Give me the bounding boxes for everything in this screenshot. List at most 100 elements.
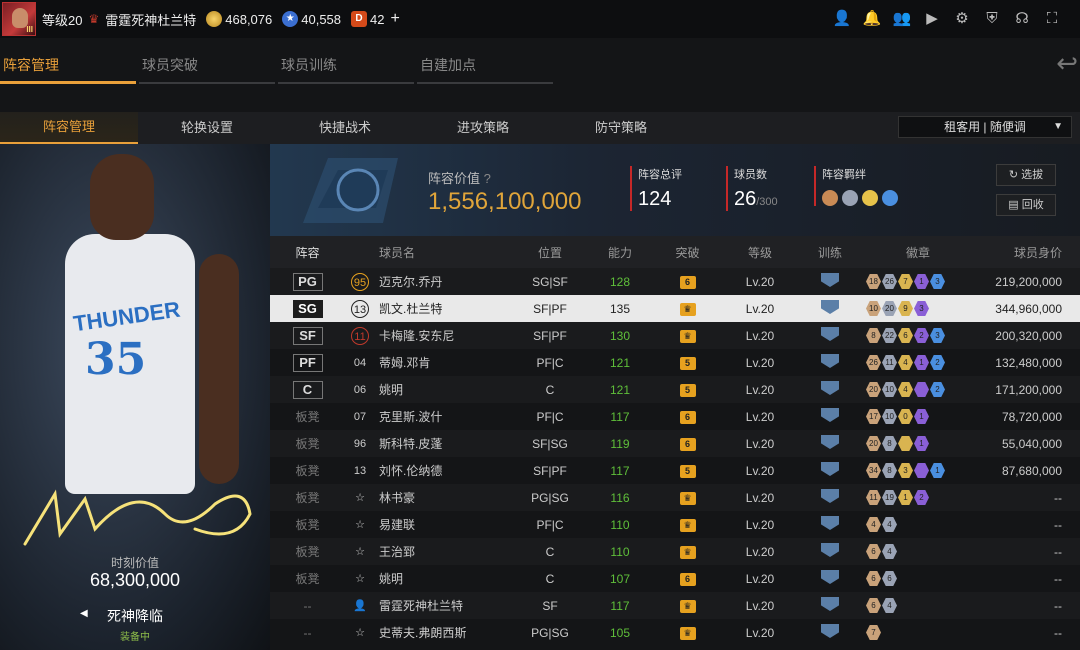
tab-lineup[interactable]: 阵容管理 — [0, 52, 136, 84]
breakthrough-icon: 5 — [679, 465, 696, 478]
table-row[interactable]: PF 04 蒂姆.邓肯 PF|C 121 5 Lv.20 26 11 4 1 2 132,480,000 — [270, 349, 1080, 376]
table-row[interactable]: PG 95 迈克尔.乔丹 SG|SF 128 6 Lv.20 18 26 7 1 3 219,200,0… — [270, 268, 1080, 295]
col-breakthrough: 突破 — [675, 245, 700, 260]
jersey-number: 13 — [351, 299, 369, 318]
training-icon[interactable] — [821, 597, 839, 611]
bench-label: 板凳 — [295, 464, 320, 478]
rating-value: 124 — [638, 188, 672, 210]
training-cell[interactable] — [800, 597, 860, 614]
table-row[interactable]: 板凳 07 克里斯.波什 PF|C 117 6 Lv.20 17 10 0 1 78,720,000 — [270, 403, 1080, 430]
training-cell[interactable] — [800, 327, 860, 344]
badge-icon: 20 — [866, 382, 881, 397]
bell-icon[interactable]: 🔔 — [862, 8, 882, 28]
training-cell[interactable] — [800, 381, 860, 398]
table-row[interactable]: 板凳 13 刘怀.伦纳德 SF|PF 117 5 Lv.20 34 8 3 1 87,680,000 — [270, 457, 1080, 484]
training-icon[interactable] — [821, 408, 839, 422]
table-row[interactable]: 板凳 ☆ 易建联 PF|C 110 ♛ Lv.20 4 4 -- — [270, 511, 1080, 538]
friends-icon[interactable]: 👥 — [892, 8, 912, 28]
jersey-number: ☆ — [355, 491, 365, 504]
badge-icon — [914, 463, 929, 478]
tab-training[interactable]: 球员训练 — [278, 52, 414, 84]
table-row[interactable]: -- 👤 雷霆死神杜兰特 SF 117 ♛ Lv.20 6 4 -- — [270, 592, 1080, 619]
training-icon[interactable] — [821, 462, 839, 476]
rent-select[interactable]: 租客用 | 随便调 ▼ — [898, 116, 1072, 138]
training-icon[interactable] — [821, 570, 839, 584]
player-position: C — [545, 544, 555, 559]
select-button[interactable]: ↻ 选拔 — [996, 164, 1056, 186]
position-badge: PF — [292, 353, 323, 372]
training-cell[interactable] — [800, 543, 860, 560]
player-position: PG|SG — [531, 490, 569, 505]
slot-cell: 板凳 — [270, 408, 345, 425]
subtab-tactics[interactable]: 快捷战术 — [276, 113, 414, 143]
coin-icon — [206, 11, 223, 27]
badge-icon: 6 — [882, 571, 897, 586]
table-row[interactable]: 板凳 ☆ 姚明 C 107 6 Lv.20 6 6 -- — [270, 565, 1080, 592]
subtab-offense[interactable]: 进攻策略 — [414, 113, 552, 143]
bond-icon[interactable] — [882, 190, 898, 206]
badge-icon: 7 — [898, 274, 913, 289]
training-icon[interactable] — [821, 381, 839, 395]
video-icon[interactable]: ▶ — [922, 8, 942, 28]
user-icon[interactable]: 👤 — [832, 8, 852, 28]
training-icon[interactable] — [821, 435, 839, 449]
badge-icon: 4 — [882, 598, 897, 613]
bench-label: 板凳 — [295, 545, 320, 559]
subtab-defense[interactable]: 防守策略 — [552, 113, 690, 143]
slot-cell: 板凳 — [270, 462, 345, 479]
gear-icon[interactable]: ⚙ — [952, 8, 972, 28]
player-level: Lv.20 — [745, 490, 775, 505]
badge-icon — [898, 436, 913, 451]
training-icon[interactable] — [821, 624, 839, 638]
table-row[interactable]: SF 11 卡梅隆.安东尼 SF|PF 130 ♛ Lv.20 8 22 6 2 3 200,320,0… — [270, 322, 1080, 349]
training-icon[interactable] — [821, 273, 839, 287]
training-cell[interactable] — [800, 624, 860, 641]
table-row[interactable]: -- ☆ 史蒂夫.弗朗西斯 PG|SG 105 ♛ Lv.20 7 -- — [270, 619, 1080, 646]
skill-name: 死神降临 — [107, 608, 163, 624]
player-value: 132,480,000 — [995, 355, 1062, 370]
badge-icon: 20 — [882, 301, 897, 316]
back-arrow-icon[interactable]: ↩ — [1056, 48, 1078, 79]
training-cell[interactable] — [800, 273, 860, 290]
training-icon[interactable] — [821, 300, 839, 314]
tab-breakthrough[interactable]: 球员突破 — [139, 52, 275, 84]
bond-icon[interactable] — [822, 190, 838, 206]
training-cell[interactable] — [800, 489, 860, 506]
training-cell[interactable] — [800, 300, 860, 317]
skill-selector[interactable]: ◀ 死神降临 装备中 — [0, 606, 270, 643]
training-icon[interactable] — [821, 516, 839, 530]
training-cell[interactable] — [800, 408, 860, 425]
badge-icon: 3 — [914, 301, 929, 316]
table-row[interactable]: 板凳 96 斯科特.皮蓬 SF|SG 119 6 Lv.20 20 8 1 55,040,000 — [270, 430, 1080, 457]
table-row[interactable]: SG 13 凯文.杜兰特 SF|PF 135 ♛ Lv.20 10 20 9 3 344,960,00… — [270, 295, 1080, 322]
table-row[interactable]: C 06 姚明 C 121 5 Lv.20 20 10 4 2 171,200,000 — [270, 376, 1080, 403]
training-cell[interactable] — [800, 435, 860, 452]
training-icon[interactable] — [821, 543, 839, 557]
training-icon[interactable] — [821, 354, 839, 368]
subtab-rotation[interactable]: 轮换设置 — [138, 113, 276, 143]
slot-cell: -- — [270, 599, 345, 613]
table-row[interactable]: 板凳 ☆ 王治郅 C 110 ♛ Lv.20 6 4 -- — [270, 538, 1080, 565]
tab-custom-points[interactable]: 自建加点 — [417, 52, 553, 84]
recycle-button[interactable]: ▤ 回收 — [996, 194, 1056, 216]
col-name: 球员名 — [379, 245, 416, 260]
add-currency-button[interactable]: + — [390, 10, 399, 28]
training-cell[interactable] — [800, 462, 860, 479]
badges-cell: 44 — [860, 517, 970, 532]
training-icon[interactable] — [821, 489, 839, 503]
table-row[interactable]: 板凳 ☆ 林书豪 PG|SG 116 ♛ Lv.20 11 19 1 2 -- — [270, 484, 1080, 511]
training-icon[interactable] — [821, 327, 839, 341]
bond-icon[interactable] — [842, 190, 858, 206]
subtab-lineup[interactable]: 阵容管理 — [0, 112, 138, 144]
player-value: 55,040,000 — [1001, 436, 1062, 451]
training-cell[interactable] — [800, 354, 860, 371]
training-cell[interactable] — [800, 516, 860, 533]
shield-icon[interactable]: ⛨ — [982, 8, 1002, 28]
bond-icon[interactable] — [862, 190, 878, 206]
badge-icon: 4 — [866, 517, 881, 532]
fullscreen-icon[interactable]: ⛶ — [1042, 8, 1062, 28]
headset-icon[interactable]: ☊ — [1012, 8, 1032, 28]
prev-arrow-icon[interactable]: ◀ — [80, 608, 88, 619]
avatar[interactable]: III — [2, 2, 36, 36]
training-cell[interactable] — [800, 570, 860, 587]
